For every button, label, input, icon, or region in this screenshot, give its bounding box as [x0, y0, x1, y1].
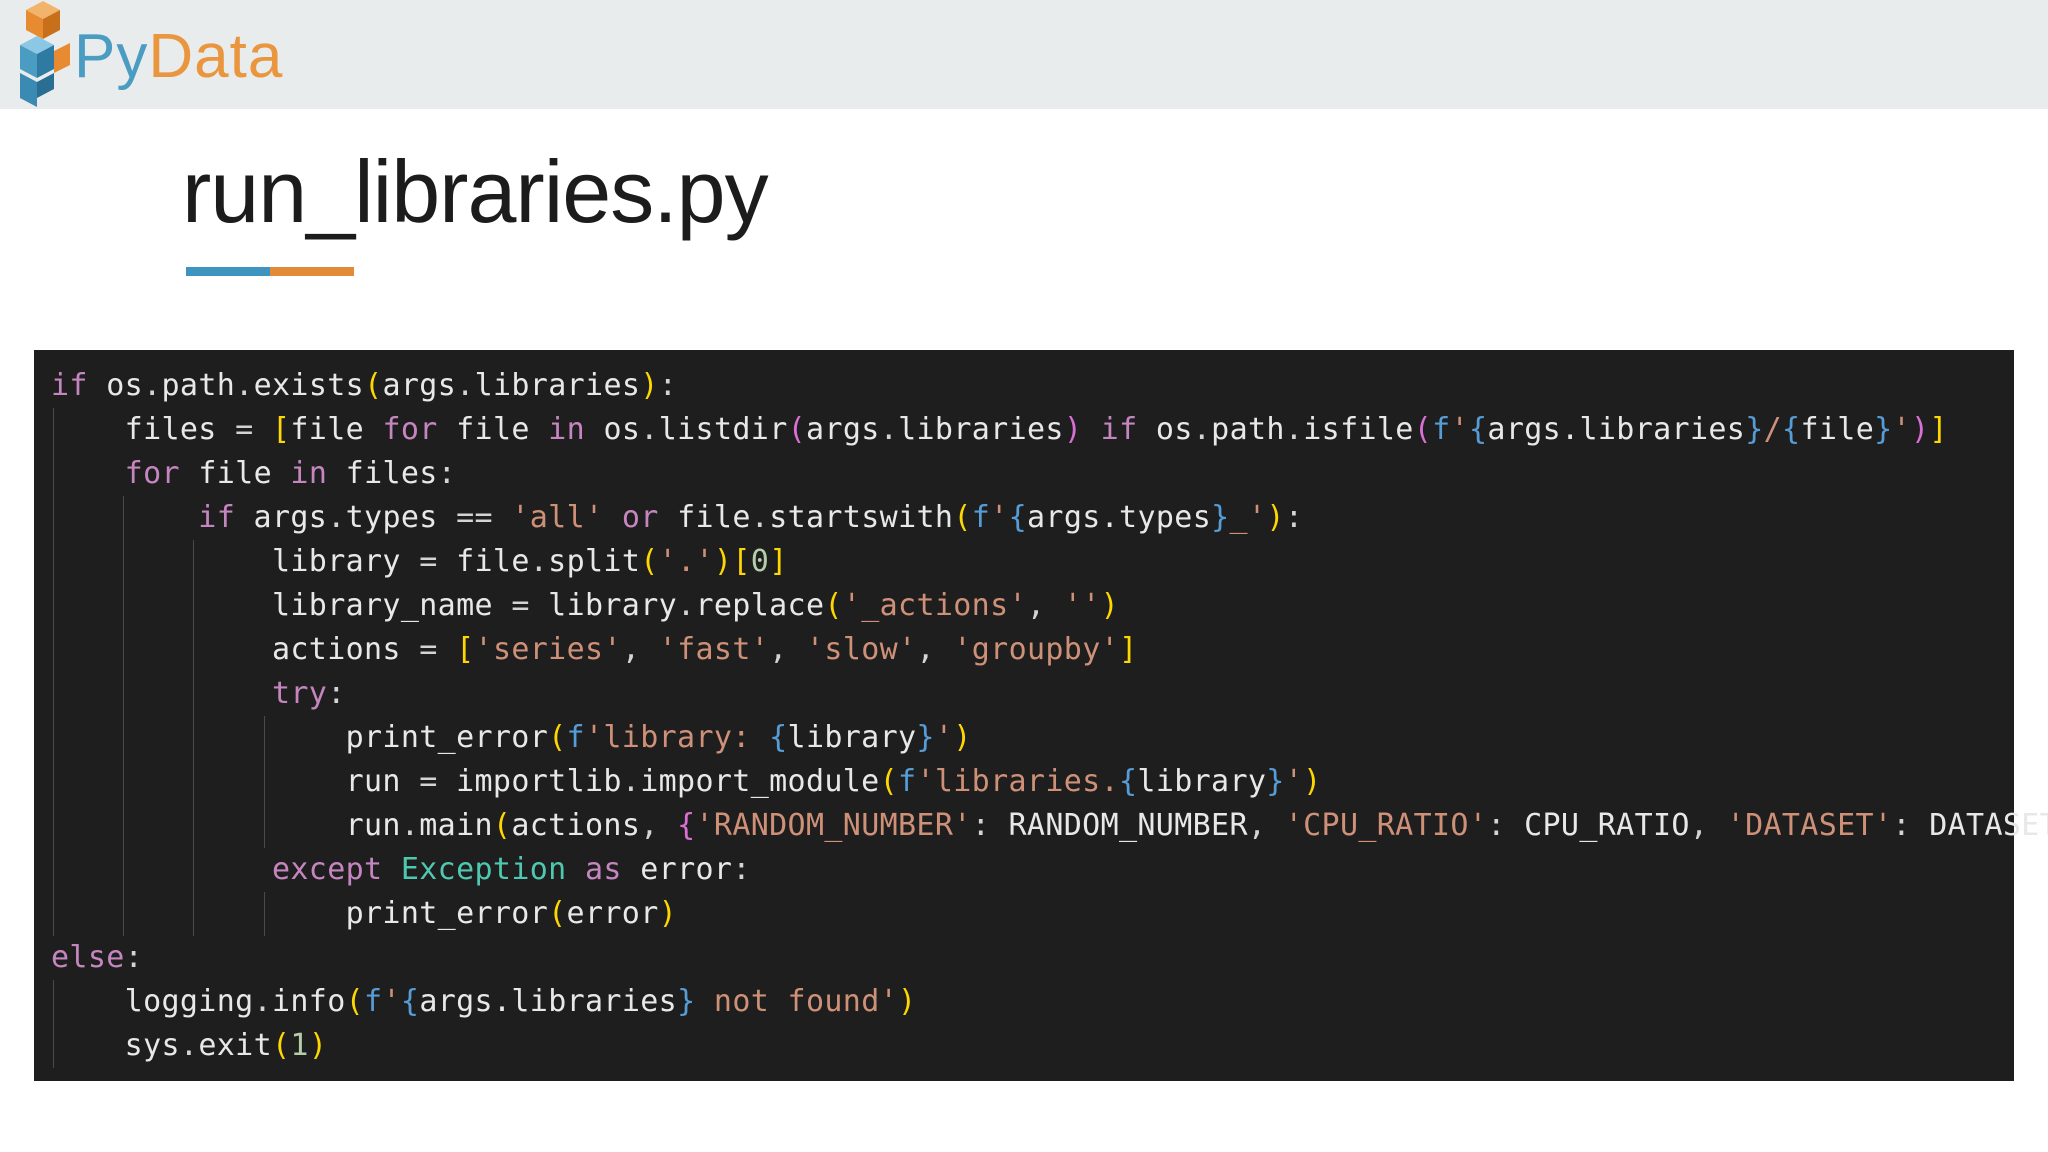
indent-guide	[53, 804, 54, 848]
code-line: library = file.split('.')[0]	[51, 540, 2014, 584]
indent-guide	[193, 628, 195, 672]
indent-guide	[53, 628, 54, 672]
indent-guide	[263, 716, 265, 760]
indent-guide	[193, 848, 195, 892]
code-line: for file in files:	[51, 452, 2014, 496]
indent-guide	[123, 584, 125, 628]
indent-guide	[123, 848, 125, 892]
indent-guide	[53, 672, 54, 716]
indent-guide	[53, 760, 54, 804]
indent-guide	[53, 848, 54, 892]
indent-guide	[53, 584, 54, 628]
logo-data-text: Data	[148, 22, 284, 91]
code-line: logging.info(f'{args.libraries} not foun…	[51, 980, 2014, 1024]
code-line: if args.types == 'all' or file.startswit…	[51, 496, 2014, 540]
code-line: sys.exit(1)	[51, 1024, 2014, 1068]
indent-guide	[123, 716, 125, 760]
indent-guide	[123, 628, 125, 672]
code-line: library_name = library.replace('_actions…	[51, 584, 2014, 628]
pydata-cube-icon	[16, 1, 70, 109]
indent-guide	[193, 804, 195, 848]
title-underline	[186, 267, 354, 276]
logo-py-text: Py	[74, 22, 149, 91]
indent-guide	[123, 760, 125, 804]
pydata-logo[interactable]: PyData	[16, 1, 283, 109]
indent-guide	[193, 584, 195, 628]
indent-guide	[53, 408, 54, 452]
code-line: actions = ['series', 'fast', 'slow', 'gr…	[51, 628, 2014, 672]
indent-guide	[53, 496, 54, 540]
indent-guide	[193, 716, 195, 760]
indent-guide	[193, 672, 195, 716]
header-bar: PyData	[0, 0, 2048, 109]
code-line: files = [file for file in os.listdir(arg…	[51, 408, 2014, 452]
code-line: run.main(actions, {'RANDOM_NUMBER': RAND…	[51, 804, 2048, 848]
code-line: if os.path.exists(args.libraries):	[51, 368, 678, 403]
indent-guide	[53, 452, 54, 496]
indent-guide	[263, 804, 265, 848]
indent-guide	[123, 804, 125, 848]
indent-guide	[53, 716, 54, 760]
code-panel[interactable]: if os.path.exists(args.libraries): files…	[34, 350, 2048, 1081]
logo-wordmark: PyData	[74, 26, 283, 88]
underline-orange-segment	[270, 267, 354, 276]
indent-guide	[53, 540, 54, 584]
indent-guide	[193, 540, 195, 584]
slide-title: run_libraries.py	[182, 142, 769, 241]
indent-guide	[263, 892, 265, 936]
indent-guide	[53, 980, 54, 1024]
underline-blue-segment	[186, 267, 270, 276]
indent-guide	[193, 760, 195, 804]
indent-guide	[123, 496, 125, 540]
code-line: except Exception as error:	[51, 848, 2014, 892]
indent-guide	[193, 892, 195, 936]
code-line: print_error(f'library: {library}')	[51, 716, 2014, 760]
indent-guide	[53, 892, 54, 936]
indent-guide	[123, 672, 125, 716]
code-line: run = importlib.import_module(f'librarie…	[51, 760, 2014, 804]
indent-guide	[53, 1024, 54, 1068]
code-line: try:	[51, 672, 2014, 716]
code-line: print_error(error)	[51, 892, 2014, 936]
indent-guide	[263, 760, 265, 804]
code-line: else:	[51, 940, 144, 975]
indent-guide	[123, 892, 125, 936]
indent-guide	[123, 540, 125, 584]
